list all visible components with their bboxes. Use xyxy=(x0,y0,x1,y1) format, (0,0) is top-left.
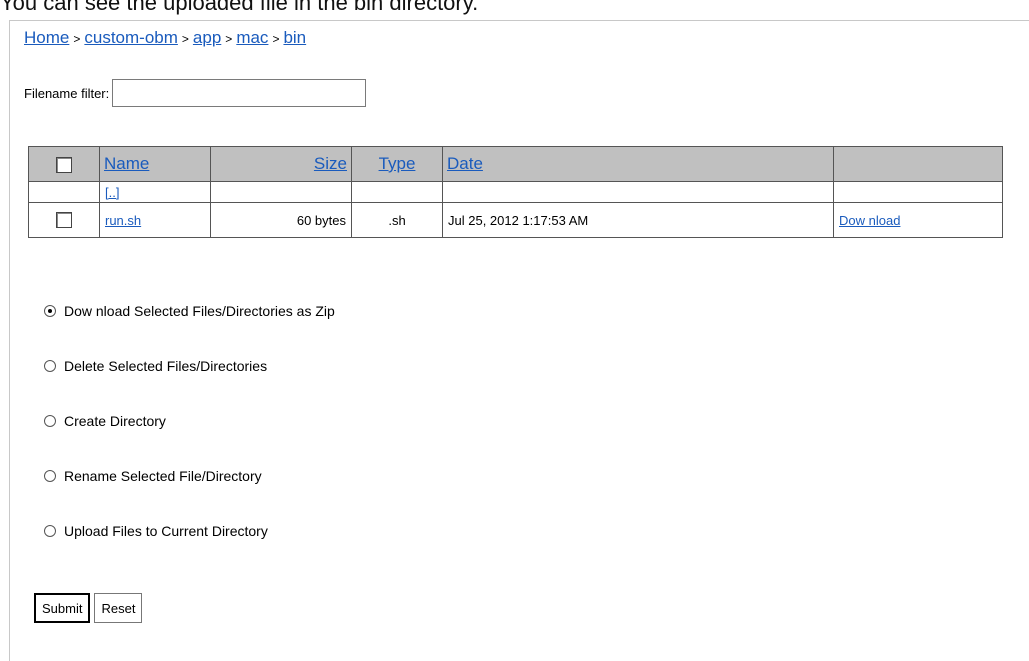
parent-name-cell: [..] xyxy=(99,181,211,203)
option-upload[interactable]: Upload Files to Current Directory xyxy=(44,521,335,541)
download-link[interactable]: Dow nload xyxy=(839,213,900,228)
sort-by-type-link[interactable]: Type xyxy=(379,154,416,173)
parent-size-cell xyxy=(210,181,352,203)
breadcrumb-separator: > xyxy=(272,32,280,46)
header-size: Size xyxy=(210,146,352,182)
parent-directory-link[interactable]: [..] xyxy=(105,185,119,200)
page-caption: You can see the uploaded file in the bin… xyxy=(0,0,479,15)
filename-filter-input[interactable] xyxy=(112,79,367,107)
header-date: Date xyxy=(442,146,834,182)
upload-radio[interactable] xyxy=(44,525,56,537)
download-zip-radio[interactable] xyxy=(44,305,56,317)
table-row-parent: [..] xyxy=(28,181,1003,203)
row-size-cell: 60 bytes xyxy=(210,202,352,238)
select-all-checkbox[interactable] xyxy=(56,156,72,173)
parent-type-cell xyxy=(351,181,443,203)
breadcrumb-home[interactable]: Home xyxy=(24,28,69,47)
parent-action-cell xyxy=(833,181,1003,203)
download-zip-label: Dow nload Selected Files/Directories as … xyxy=(64,303,335,319)
header-name: Name xyxy=(99,146,211,182)
action-options: Dow nload Selected Files/Directories as … xyxy=(44,301,335,576)
breadcrumb: Home > custom-obm > app > mac > bin xyxy=(24,28,306,48)
breadcrumb-separator: > xyxy=(181,32,189,46)
upload-label: Upload Files to Current Directory xyxy=(64,523,268,539)
delete-label: Delete Selected Files/Directories xyxy=(64,358,268,374)
create-directory-radio[interactable] xyxy=(44,415,56,427)
row-select-checkbox[interactable] xyxy=(56,212,72,229)
delete-radio[interactable] xyxy=(44,360,56,372)
filename-filter-label: Filename filter: xyxy=(24,85,110,101)
table-header-row: Name Size Type Date xyxy=(28,146,1003,182)
option-rename[interactable]: Rename Selected File/Directory xyxy=(44,466,335,486)
submit-button[interactable]: Submit xyxy=(34,593,91,623)
row-date-cell: Jul 25, 2012 1:17:53 AM xyxy=(442,202,834,238)
filename-filter-row: Filename filter: xyxy=(24,79,367,107)
header-type: Type xyxy=(351,146,443,182)
rename-radio[interactable] xyxy=(44,470,56,482)
header-action xyxy=(833,146,1003,182)
rename-label: Rename Selected File/Directory xyxy=(64,468,262,484)
row-name-cell: run.sh xyxy=(99,202,211,238)
breadcrumb-separator: > xyxy=(225,32,233,46)
breadcrumb-app[interactable]: app xyxy=(193,28,221,47)
create-directory-label: Create Directory xyxy=(64,413,166,429)
option-delete[interactable]: Delete Selected Files/Directories xyxy=(44,356,335,376)
row-type-cell: .sh xyxy=(351,202,443,238)
form-buttons: Submit Reset xyxy=(34,593,146,623)
reset-button[interactable]: Reset xyxy=(94,593,143,623)
row-check-cell xyxy=(28,202,100,238)
sort-by-size-link[interactable]: Size xyxy=(314,154,347,173)
option-download-zip[interactable]: Dow nload Selected Files/Directories as … xyxy=(44,301,335,321)
sort-by-name-link[interactable]: Name xyxy=(104,154,149,173)
option-create-directory[interactable]: Create Directory xyxy=(44,411,335,431)
file-table: Name Size Type Date [..] run.sh 60 bytes… xyxy=(28,146,1003,238)
row-action-cell: Dow nload xyxy=(833,202,1003,238)
breadcrumb-mac[interactable]: mac xyxy=(236,28,268,47)
header-select-all xyxy=(28,146,100,182)
breadcrumb-bin[interactable]: bin xyxy=(283,28,306,47)
file-name-link[interactable]: run.sh xyxy=(105,213,141,228)
parent-check-cell xyxy=(28,181,100,203)
breadcrumb-custom-obm[interactable]: custom-obm xyxy=(84,28,178,47)
breadcrumb-separator: > xyxy=(73,32,81,46)
parent-date-cell xyxy=(442,181,834,203)
sort-by-date-link[interactable]: Date xyxy=(447,154,483,173)
table-row: run.sh 60 bytes .sh Jul 25, 2012 1:17:53… xyxy=(28,202,1003,238)
